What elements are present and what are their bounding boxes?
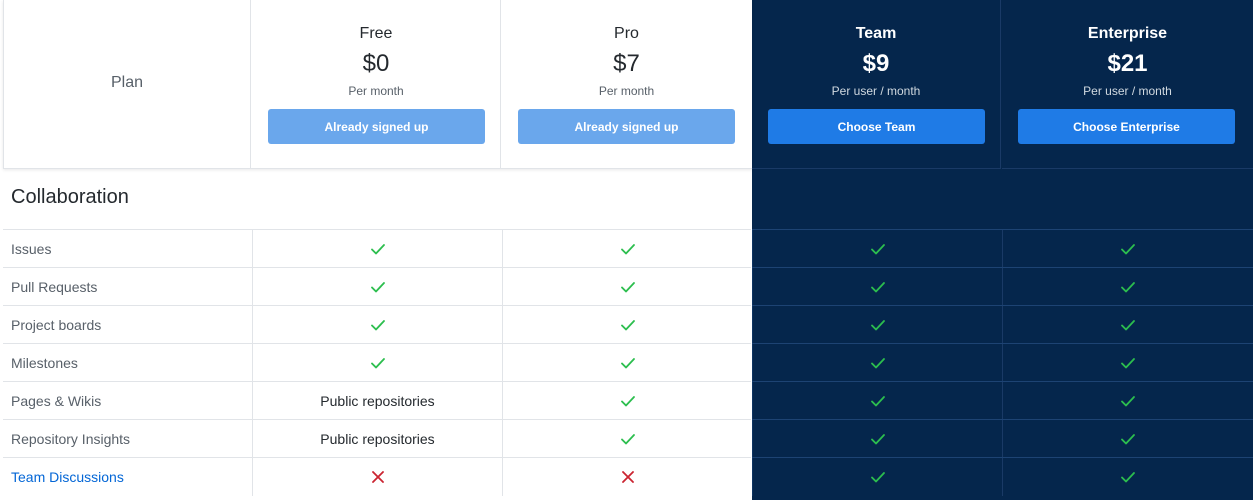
feature-label: Issues: [11, 241, 52, 257]
feature-cell: [502, 458, 752, 496]
check-icon: [620, 243, 635, 255]
section-title: Collaboration: [11, 186, 129, 208]
tier-header-free: Free $0 Per month Already signed up: [252, 0, 501, 169]
check-icon: [870, 281, 885, 293]
feature-cell: [502, 344, 752, 382]
feature-cell: [1002, 306, 1253, 344]
table-row: Team Discussions: [3, 458, 1253, 496]
table-row: Milestones: [3, 344, 1253, 382]
check-icon: [870, 471, 885, 483]
feature-label: Milestones: [11, 355, 78, 371]
feature-label: Repository Insights: [11, 431, 131, 447]
feature-link[interactable]: Team Discussions: [11, 469, 124, 485]
check-icon: [870, 395, 885, 407]
pro-signed-up-button[interactable]: Already signed up: [518, 109, 735, 144]
feature-cell: [502, 420, 752, 458]
feature-cell: [752, 306, 1002, 344]
pricing-table: Plan Free $0 Per month Already signed up…: [0, 0, 1253, 500]
check-icon: [1121, 319, 1135, 331]
feature-cell: [1002, 344, 1253, 382]
table-row: Pull Requests: [3, 268, 1253, 306]
feature-value: Public repositories: [320, 393, 435, 409]
column-divider: [251, 169, 252, 229]
feature-cell: [252, 458, 502, 496]
tier-price: $9: [862, 50, 890, 77]
table-row: Pages & Wikis Public repositories: [3, 382, 1253, 420]
check-icon: [1121, 433, 1135, 445]
feature-label: Project boards: [11, 317, 102, 333]
table-row: Repository Insights Public repositories: [3, 420, 1253, 458]
feature-cell: [252, 306, 502, 344]
tier-price: $7: [613, 50, 640, 77]
feature-cell: [752, 420, 1002, 458]
tier-billing-period: Per user / month: [1083, 84, 1172, 98]
feature-cell: [252, 268, 502, 306]
tier-price: $0: [362, 50, 390, 77]
check-icon: [1121, 471, 1135, 483]
tier-billing-period: Per month: [598, 84, 655, 98]
check-icon: [370, 281, 385, 293]
feature-cell: [252, 230, 502, 268]
feature-label: Pull Requests: [11, 279, 98, 295]
check-icon: [1121, 243, 1135, 255]
check-icon: [1121, 281, 1135, 293]
check-icon: [1121, 395, 1135, 407]
feature-cell: [1002, 420, 1253, 458]
tier-name: Enterprise: [1087, 25, 1168, 42]
choose-team-button[interactable]: Choose Team: [768, 109, 985, 144]
tier-header-team: Team $9 Per user / month Choose Team: [752, 0, 1001, 169]
feature-cell: [502, 230, 752, 268]
tier-name: Free: [359, 25, 393, 42]
feature-value: Public repositories: [320, 431, 435, 447]
feature-cell: [752, 458, 1002, 496]
check-icon: [870, 357, 885, 369]
check-icon: [370, 319, 385, 331]
feature-cell: [1002, 458, 1253, 496]
x-icon: [371, 471, 384, 483]
check-icon: [620, 395, 635, 407]
check-icon: [620, 357, 635, 369]
tier-name: Pro: [614, 25, 639, 42]
check-icon: [870, 319, 885, 331]
table-row: Issues: [3, 230, 1253, 268]
check-icon: [1121, 357, 1135, 369]
feature-cell: [252, 344, 502, 382]
tier-billing-period: Per month: [348, 84, 404, 98]
tier-billing-period: Per user / month: [831, 84, 921, 98]
plan-column-header: Plan: [3, 0, 251, 169]
tier-header-pro: Pro $7 Per month Already signed up: [502, 0, 751, 169]
tier-name: Team: [855, 25, 897, 42]
feature-cell: [752, 268, 1002, 306]
free-signed-up-button[interactable]: Already signed up: [268, 109, 485, 144]
check-icon: [370, 357, 385, 369]
feature-cell: [502, 382, 752, 420]
tier-price: $21: [1107, 50, 1148, 77]
feature-cell: [502, 268, 752, 306]
column-divider: [501, 169, 502, 229]
table-row: Project boards: [3, 306, 1253, 344]
x-icon: [621, 471, 634, 483]
feature-cell: [1002, 268, 1253, 306]
feature-cell: [1002, 382, 1253, 420]
feature-cell: [1002, 230, 1253, 268]
choose-enterprise-button[interactable]: Choose Enterprise: [1018, 109, 1235, 144]
feature-cell: Public repositories: [252, 382, 502, 420]
feature-cell: Public repositories: [252, 420, 502, 458]
check-icon: [620, 319, 635, 331]
feature-cell: [502, 306, 752, 344]
feature-cell: [752, 344, 1002, 382]
check-icon: [870, 433, 885, 445]
check-icon: [870, 243, 885, 255]
check-icon: [620, 281, 635, 293]
check-icon: [370, 243, 385, 255]
check-icon: [620, 433, 635, 445]
feature-cell: [752, 382, 1002, 420]
feature-label: Pages & Wikis: [11, 393, 102, 409]
tier-header-enterprise: Enterprise $21 Per user / month Choose E…: [1002, 0, 1253, 169]
plan-label: Plan: [110, 74, 144, 91]
feature-cell: [752, 230, 1002, 268]
